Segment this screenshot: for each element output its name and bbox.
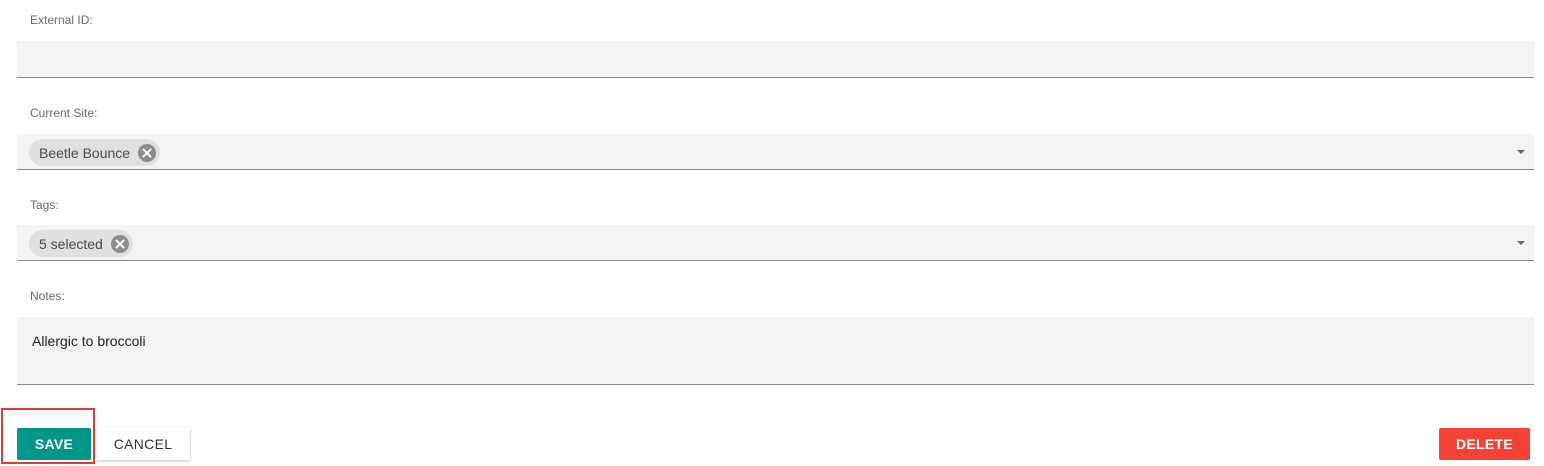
- dropdown-arrow-icon[interactable]: [1517, 149, 1525, 154]
- cancel-button[interactable]: CANCEL: [96, 428, 190, 460]
- notes-value[interactable]: Allergic to broccoli: [32, 333, 146, 349]
- external-id-input[interactable]: [17, 41, 1534, 77]
- tags-label: Tags:: [30, 198, 59, 212]
- tags-chip-label: 5 selected: [39, 235, 103, 252]
- save-button[interactable]: SAVE: [17, 428, 91, 460]
- notes-label: Notes:: [30, 289, 65, 303]
- dropdown-arrow-icon[interactable]: [1517, 240, 1525, 245]
- delete-button[interactable]: DELETE: [1439, 428, 1530, 460]
- edit-form: External ID: Current Site: Beetle Bounce…: [0, 0, 1544, 466]
- external-id-label: External ID:: [30, 13, 93, 27]
- current-site-chip: Beetle Bounce: [29, 139, 161, 166]
- current-site-label: Current Site:: [30, 106, 98, 120]
- current-site-select[interactable]: Beetle Bounce: [17, 134, 1534, 170]
- remove-chip-icon[interactable]: [138, 143, 157, 162]
- notes-textarea[interactable]: Allergic to broccoli: [17, 317, 1534, 385]
- tags-select[interactable]: 5 selected: [17, 225, 1534, 261]
- remove-chip-icon[interactable]: [110, 234, 129, 253]
- tags-chip: 5 selected: [29, 230, 133, 257]
- current-site-chip-label: Beetle Bounce: [39, 144, 131, 161]
- external-id-field[interactable]: [17, 41, 1534, 78]
